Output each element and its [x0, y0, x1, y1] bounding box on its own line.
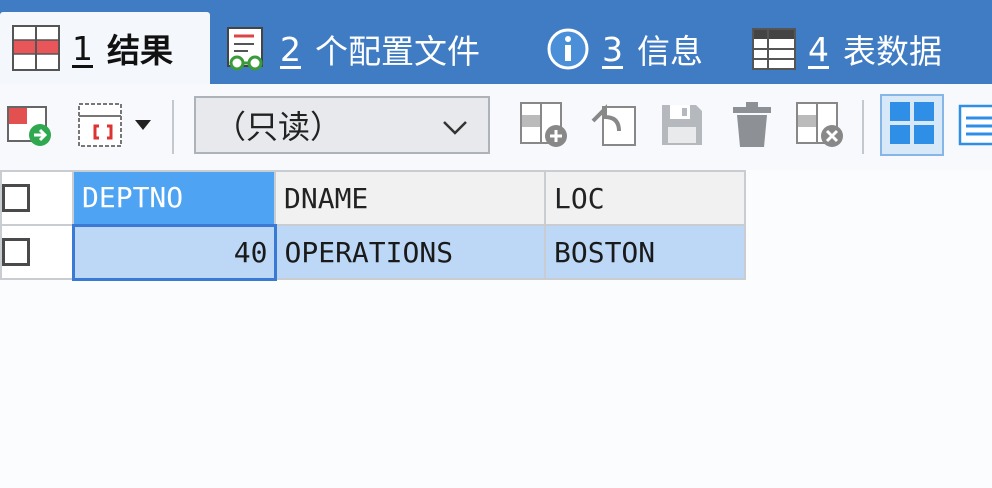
result-tab-bar: 1 结果 2 个配置文件 3 信息 4 表数据 — [0, 0, 992, 84]
grid-toolbar: （只读） — [0, 84, 992, 170]
cell-loc[interactable]: BOSTON — [544, 224, 746, 280]
mode-select-value: （只读） — [214, 108, 343, 146]
column-header-loc[interactable]: LOC — [544, 170, 746, 226]
tab-results-number: 1 — [72, 28, 93, 68]
grid-view-icon — [889, 101, 935, 149]
chevron-down-icon — [442, 106, 468, 144]
column-header-label: LOC — [554, 181, 605, 215]
filter-dropdown-button[interactable] — [76, 101, 156, 153]
discard-button[interactable] — [794, 101, 846, 153]
export-record-button[interactable] — [4, 101, 56, 153]
delete-icon — [729, 101, 775, 153]
grid-header-row: DEPTNO DNAME LOC — [0, 170, 746, 226]
tab-table-data-label: 表数据 — [843, 32, 942, 71]
select-all-cell[interactable] — [0, 170, 74, 226]
toolbar-separator — [862, 100, 864, 154]
tab-info-label: 信息 — [637, 32, 703, 71]
cell-deptno[interactable]: 40 — [71, 223, 277, 281]
cell-value: 40 — [233, 235, 268, 269]
table-data-icon — [752, 28, 796, 70]
column-header-label: DNAME — [284, 181, 369, 215]
tab-profiles[interactable]: 2 个配置文件 — [224, 14, 480, 84]
filter-dropdown-icon — [77, 102, 155, 152]
tab-table-data-number: 4 — [808, 29, 829, 69]
select-all-checkbox[interactable] — [2, 184, 30, 212]
info-icon — [546, 27, 590, 71]
result-grid-icon — [12, 25, 60, 71]
export-record-icon — [6, 103, 54, 151]
mode-select[interactable]: （只读） — [194, 96, 490, 154]
tab-results[interactable]: 1 结果 — [0, 12, 210, 84]
undo-button[interactable] — [588, 101, 640, 153]
row-select-cell[interactable] — [0, 224, 74, 280]
cell-dname[interactable]: OPERATIONS — [274, 224, 546, 280]
tab-table-data[interactable]: 4 表数据 — [752, 14, 942, 84]
save-button[interactable] — [656, 101, 708, 153]
profile-glasses-icon — [224, 26, 268, 72]
tab-info-number: 3 — [602, 29, 623, 69]
tab-info[interactable]: 3 信息 — [546, 14, 703, 84]
tab-profiles-number: 2 — [280, 29, 301, 69]
add-row-button[interactable] — [518, 101, 570, 153]
tab-results-label: 结果 — [107, 31, 173, 70]
column-header-dname[interactable]: DNAME — [274, 170, 546, 226]
cell-value: BOSTON — [554, 235, 656, 269]
discard-icon — [795, 101, 845, 153]
column-header-deptno[interactable]: DEPTNO — [72, 170, 276, 226]
cell-value: OPERATIONS — [284, 235, 454, 269]
tab-profiles-label: 个配置文件 — [315, 32, 480, 71]
result-grid: DEPTNO DNAME LOC 40 OPERATIONS BOSTON — [0, 170, 746, 281]
column-header-label: DEPTNO — [82, 181, 184, 215]
add-row-icon — [519, 101, 569, 153]
table-row[interactable]: 40 OPERATIONS BOSTON — [0, 223, 746, 281]
row-checkbox[interactable] — [2, 238, 30, 266]
delete-button[interactable] — [726, 101, 778, 153]
save-icon — [658, 101, 706, 153]
grid-view-button[interactable] — [880, 94, 944, 156]
form-view-icon — [958, 104, 992, 150]
form-view-button[interactable] — [958, 101, 992, 153]
undo-icon — [589, 101, 639, 153]
toolbar-separator — [172, 100, 174, 154]
